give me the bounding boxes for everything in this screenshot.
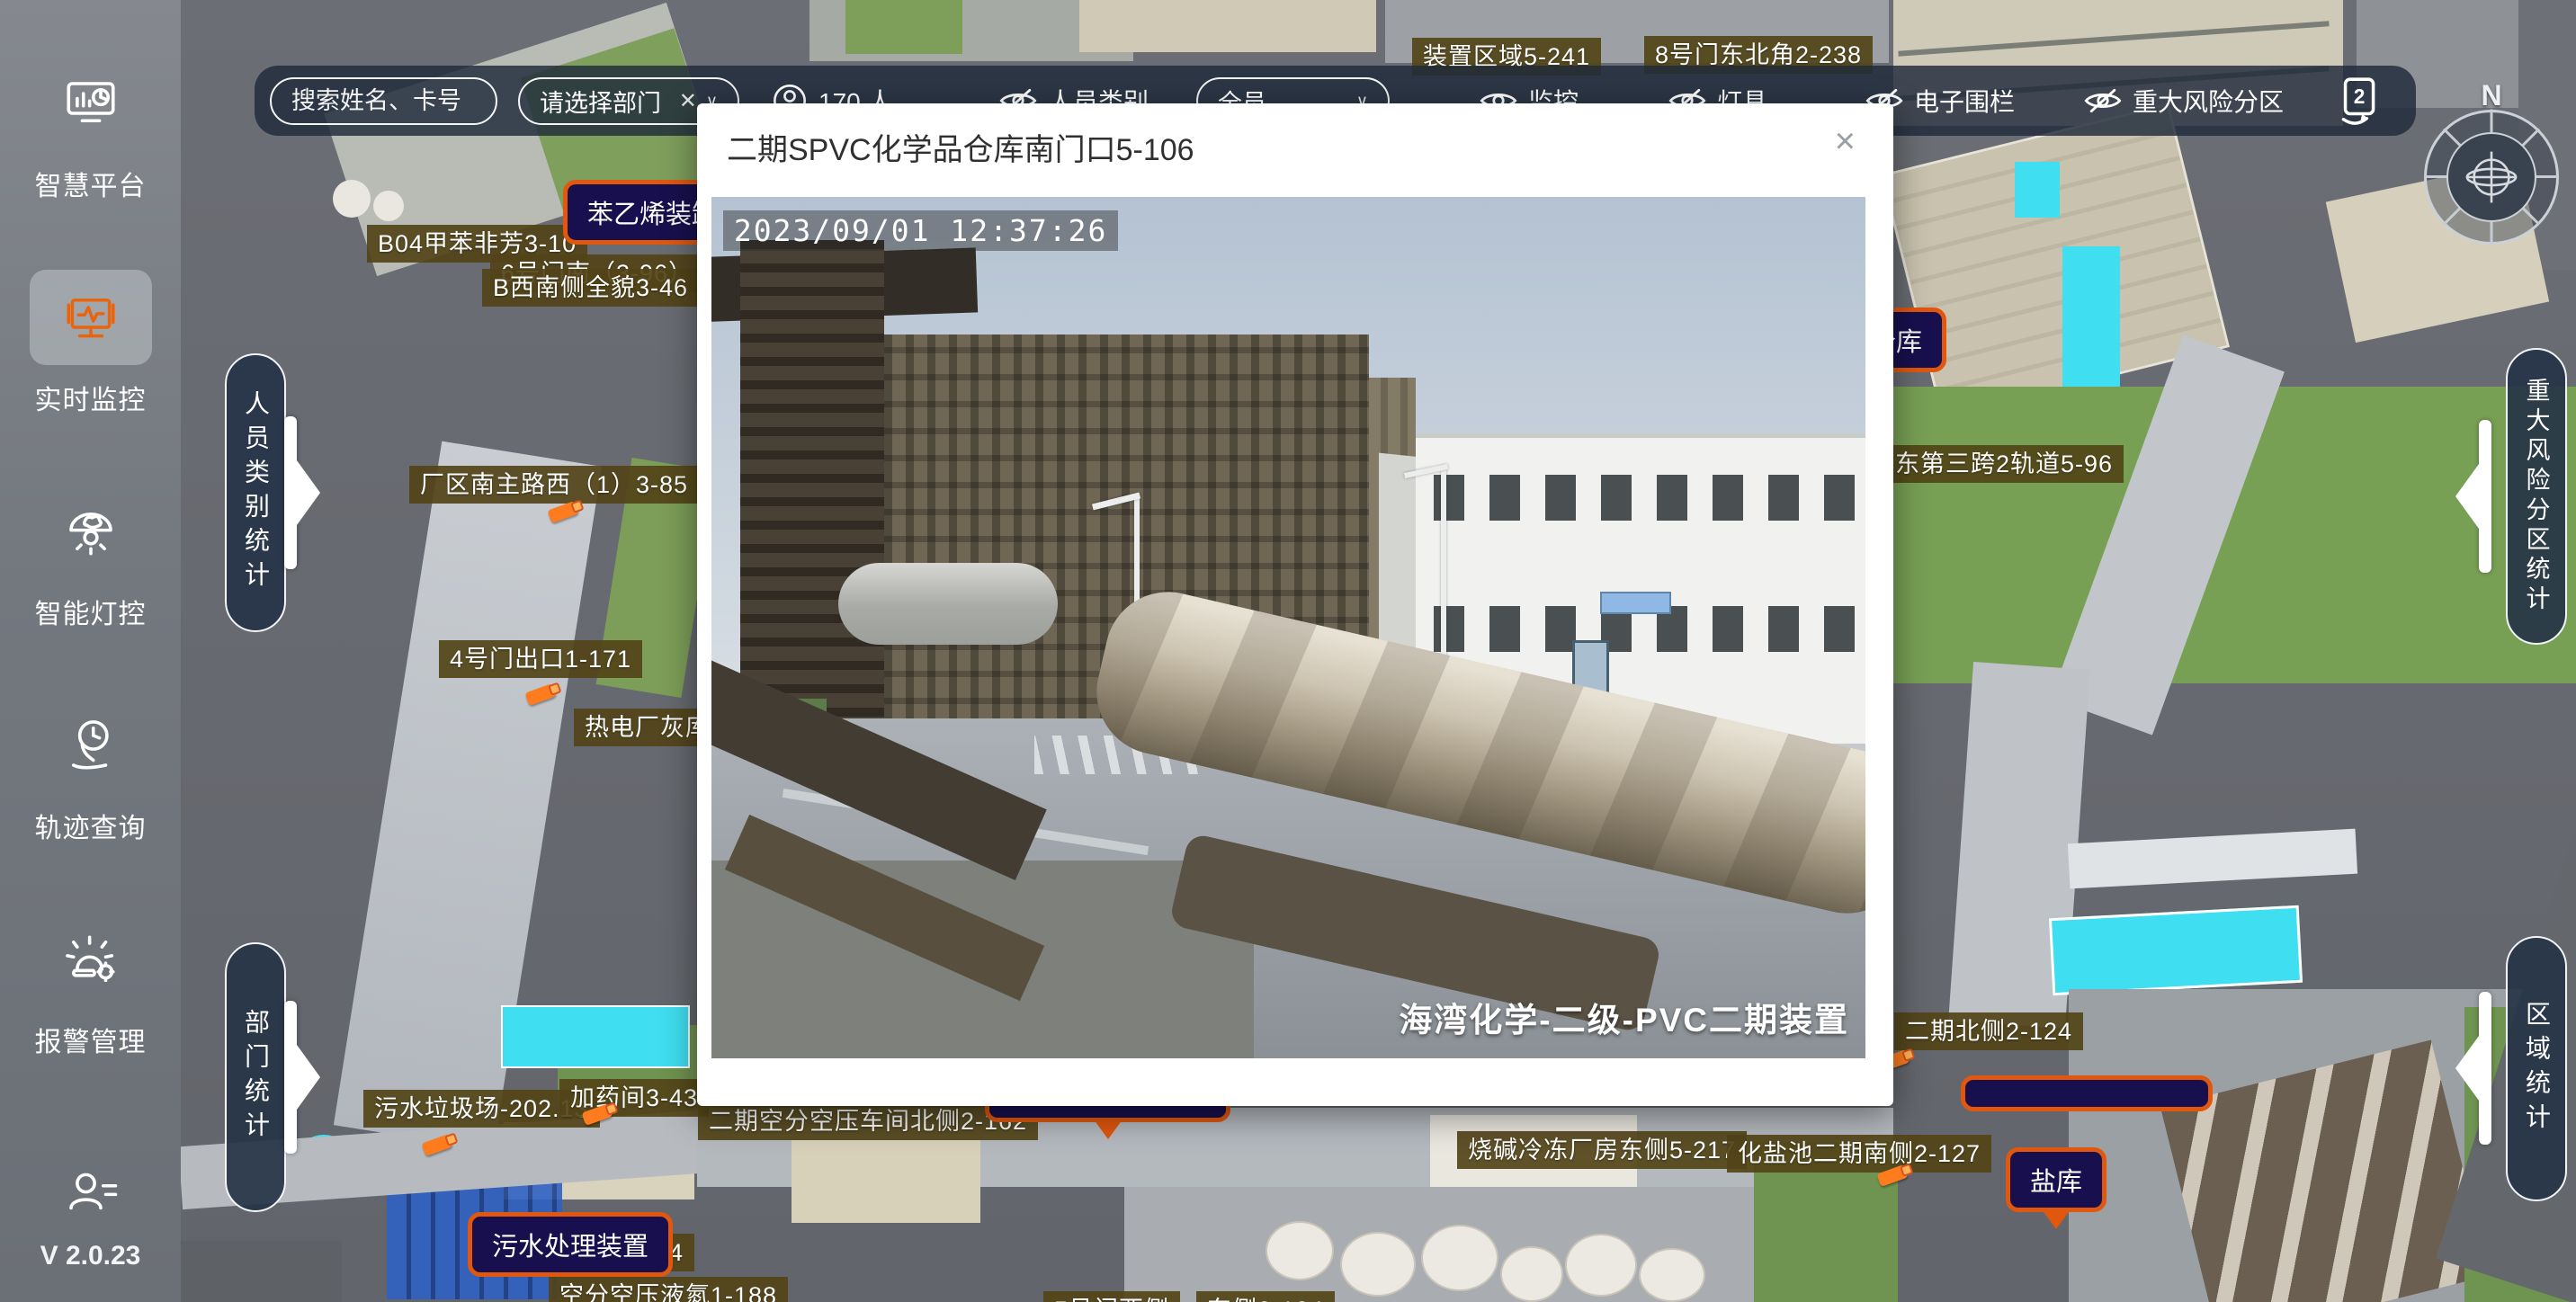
camera-watermark: 海湾化学-二级-PVC二期装置 [1399, 993, 1849, 1041]
sidebar-item-label: 轨迹查询 [35, 806, 147, 845]
map-label[interactable]: 东侧2-134 [1196, 1291, 1335, 1302]
sidebar-item-user-profile[interactable] [30, 1146, 152, 1241]
clear-icon[interactable]: ✕ [679, 88, 697, 114]
compass-north-label: N [2424, 79, 2559, 112]
realtime-monitor-icon [61, 288, 121, 347]
tab-person-category-stats[interactable]: 人员类别统计 [225, 353, 286, 632]
map-label[interactable]: 东第三跨2轨道5-96 [1884, 445, 2124, 483]
map-label[interactable]: 加药间3-43 [559, 1079, 709, 1117]
map-label[interactable]: 5号门西侧 [1043, 1291, 1180, 1302]
map-pool [501, 1005, 690, 1068]
map-callout[interactable]: 盐库 [2006, 1147, 2106, 1212]
tab-expand-arrow-icon[interactable] [297, 1045, 320, 1110]
map-tank [1340, 1232, 1416, 1297]
cf-window-row [1434, 475, 1857, 521]
alarm-manage-icon [61, 930, 121, 989]
tab-expand-arrow-icon[interactable] [2455, 1036, 2479, 1101]
sidebar-item-label: 智能灯控 [35, 592, 147, 631]
map-pool [2015, 162, 2060, 218]
track-query-icon [61, 716, 121, 775]
cf-horizontal-vessel [838, 563, 1058, 645]
map-callout[interactable]: 污水处理装置 [468, 1212, 673, 1277]
camera-modal: 二期SPVC化学品仓库南门口5-106 × [697, 103, 1893, 1106]
map-building [792, 1140, 980, 1223]
eye-off-icon [2084, 87, 2122, 114]
toggle-efence-label: 电子围栏 [1914, 83, 2015, 119]
map-terrain [180, 1241, 342, 1302]
map-pool [2062, 246, 2120, 394]
toggle-risk-zone[interactable]: 重大风险分区 [2084, 83, 2284, 119]
sidebar-item-realtime-monitor[interactable]: 实时监控 [30, 270, 152, 417]
screen-switch-button[interactable]: 2 [2331, 75, 2384, 127]
callout-pointer [1094, 1119, 1123, 1139]
sidebar-item-track-query[interactable]: 轨迹查询 [30, 698, 152, 845]
app-version: V 2.0.23 [40, 1241, 141, 1271]
sidebar-item-label: 智慧平台 [35, 164, 147, 203]
tab-label: 部门统计 [237, 1009, 273, 1146]
map-label[interactable]: 化盐池二期南侧2-127 [1727, 1135, 1991, 1173]
map-label[interactable]: 烧碱冷冻厂房东侧5-217 [1457, 1131, 1747, 1169]
tab-area-stats[interactable]: 区域统计 [2506, 936, 2567, 1201]
sidebar-item-smart-platform[interactable]: 智慧平台 [30, 56, 152, 203]
map-pool [2049, 905, 2303, 995]
close-icon[interactable]: × [1835, 123, 1856, 159]
sidebar: 智慧平台 实时监控 智能灯控 [0, 0, 181, 1302]
callout-pointer [2042, 1209, 2071, 1229]
tab-expand-arrow-icon[interactable] [297, 460, 320, 525]
sidebar-item-label: 实时监控 [35, 378, 147, 417]
map-tank [1500, 1246, 1563, 1302]
map-terrain [1079, 0, 1376, 52]
tab-risk-zone-stats[interactable]: 重大风险分区统计 [2506, 348, 2567, 645]
sidebar-item-label: 报警管理 [35, 1020, 147, 1059]
cf-canopy [1600, 592, 1672, 614]
tab-label: 区域统计 [2518, 1001, 2554, 1137]
globe-gyro-icon [2464, 149, 2519, 205]
map-tank [1421, 1225, 1498, 1291]
camera-modal-title: 二期SPVC化学品仓库南门口5-106 [727, 125, 1194, 169]
smart-light-icon [61, 502, 121, 561]
map-label[interactable]: 空分空压液氮1-188 [549, 1277, 788, 1302]
tab-arrow-handle[interactable] [284, 416, 297, 569]
camera-timestamp: 2023/09/01 12:37:26 [723, 210, 1119, 251]
tab-arrow-handle[interactable] [2479, 420, 2491, 573]
search-pill[interactable] [270, 77, 497, 125]
tab-department-stats[interactable]: 部门统计 [225, 942, 286, 1212]
map-label[interactable]: B西南侧全貌3-46 [482, 269, 699, 307]
map-terrain [2068, 829, 2357, 889]
map-tank [373, 191, 404, 221]
search-input[interactable] [291, 87, 476, 115]
toggle-risk-zone-label: 重大风险分区 [2133, 83, 2284, 119]
cf-steel-tower [740, 240, 884, 740]
map-grass [845, 0, 962, 54]
compass[interactable] [2424, 110, 2559, 245]
user-profile-icon [61, 1164, 121, 1223]
department-select-value: 请选择部门 [540, 84, 661, 119]
camera-feed-image: 2023/09/01 12:37:26 海湾化学-二级-PVC二期装置 [711, 197, 1865, 1058]
sidebar-item-smart-light[interactable]: 智能灯控 [30, 484, 152, 631]
dashboard-monitor-icon [61, 74, 121, 133]
tab-expand-arrow-icon[interactable] [2455, 464, 2479, 529]
app-root: B04甲苯非芳3-106号门南（3-96）B西南侧全貌3-46厂区南主路西（1）… [0, 0, 2576, 1302]
map-label[interactable]: 二期北侧2-124 [1894, 1012, 2083, 1050]
map-tank [1639, 1248, 1705, 1302]
map-tank [1266, 1221, 1334, 1280]
map-tank [1565, 1234, 1637, 1297]
tab-arrow-handle[interactable] [2479, 992, 2491, 1145]
tab-arrow-handle[interactable] [284, 1001, 297, 1154]
tab-label: 人员类别统计 [237, 390, 273, 595]
compass-center [2446, 132, 2536, 222]
map-callout[interactable] [1961, 1075, 2213, 1111]
map-tank [333, 180, 371, 218]
sidebar-item-alarm-manage[interactable]: 报警管理 [30, 912, 152, 1059]
map-label[interactable]: 厂区南主路西（1）3-85 [409, 466, 699, 504]
map-label[interactable]: 4号门出口1-171 [439, 640, 642, 678]
tab-label: 重大风险分区统计 [2519, 378, 2554, 615]
screen-count: 2 [2354, 85, 2366, 108]
